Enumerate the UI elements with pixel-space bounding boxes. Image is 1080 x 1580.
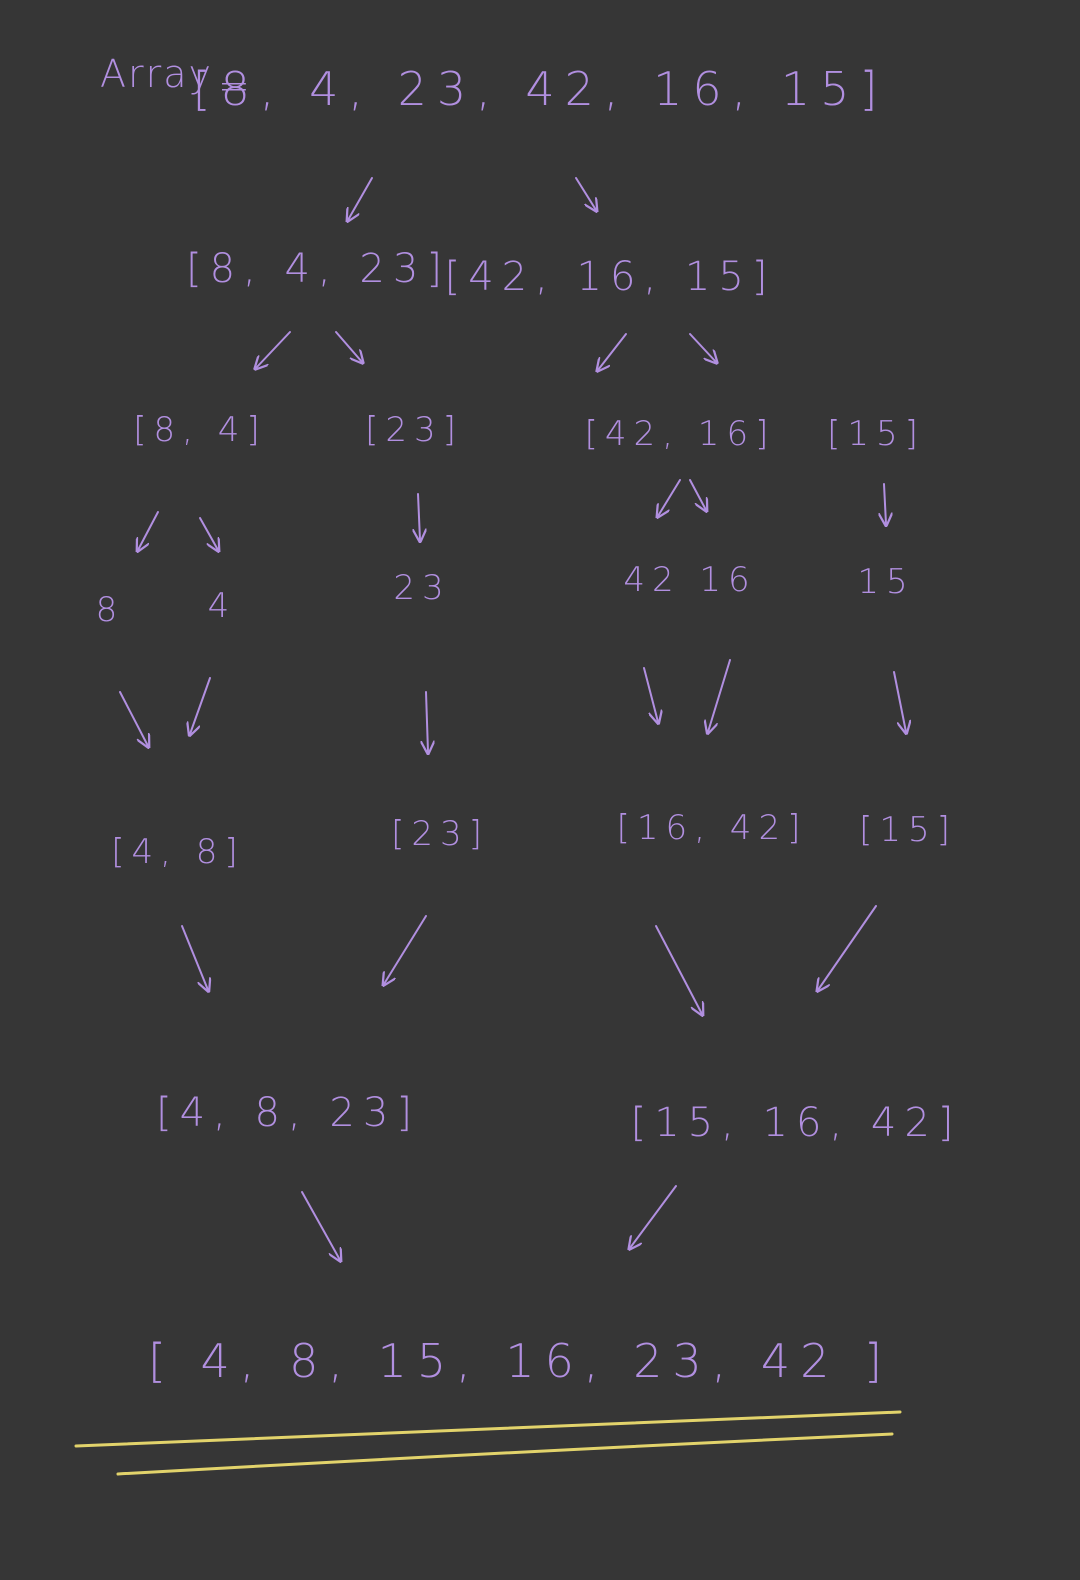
result-underline bbox=[74, 1410, 902, 1476]
arrow-4 bbox=[335, 331, 362, 362]
single-15: 15 bbox=[857, 562, 915, 602]
merge1-c: [16, 42] bbox=[616, 808, 808, 848]
arrow-17 bbox=[708, 659, 731, 732]
arrow-12 bbox=[884, 483, 886, 524]
arrow-20 bbox=[384, 915, 427, 984]
arrow-11 bbox=[689, 479, 706, 510]
single-23: 23 bbox=[393, 568, 451, 608]
arrow-14 bbox=[190, 677, 211, 734]
arrow-13 bbox=[119, 691, 148, 746]
merge1-b: [23] bbox=[391, 814, 489, 854]
merge1-d: [15] bbox=[859, 810, 957, 850]
arrow-18 bbox=[893, 671, 906, 732]
split1-right: [42, 16, 15] bbox=[444, 254, 776, 300]
arrow-1 bbox=[348, 177, 373, 220]
arrow-9 bbox=[418, 493, 420, 540]
arrow-19 bbox=[181, 925, 208, 990]
single-8: 8 bbox=[95, 590, 125, 630]
merge2-right: [15, 16, 42] bbox=[630, 1100, 962, 1146]
arrow-8 bbox=[199, 517, 218, 550]
single-4: 4 bbox=[207, 586, 237, 626]
arrow-6 bbox=[689, 333, 716, 362]
split2-a: [8, 4] bbox=[133, 410, 267, 450]
arrow-22 bbox=[818, 905, 877, 990]
arrow-10 bbox=[658, 479, 681, 516]
arrow-23 bbox=[301, 1191, 340, 1260]
single-42: 42 bbox=[623, 560, 681, 600]
arrow-16 bbox=[643, 667, 658, 722]
merge1-a: [4, 8] bbox=[111, 832, 245, 872]
arrow-7 bbox=[138, 511, 159, 550]
merge2-left: [4, 8, 23] bbox=[156, 1090, 420, 1136]
arrow-15 bbox=[426, 691, 428, 752]
split2-c: [42, 16] bbox=[584, 414, 776, 454]
arrow-2 bbox=[575, 177, 596, 210]
split1-left: [8, 4, 23] bbox=[186, 246, 450, 292]
split2-d: [15] bbox=[827, 414, 925, 454]
arrow-3 bbox=[256, 331, 291, 368]
sorted-result: [ 4, 8, 15, 16, 23, 42 ] bbox=[147, 1334, 893, 1388]
single-16: 16 bbox=[699, 560, 757, 600]
root-array: [8, 4, 23, 42, 16, 15] bbox=[192, 62, 888, 116]
split2-b: [23] bbox=[365, 410, 463, 450]
arrow-24 bbox=[630, 1185, 677, 1248]
arrow-5 bbox=[598, 333, 627, 370]
arrow-21 bbox=[655, 925, 702, 1014]
